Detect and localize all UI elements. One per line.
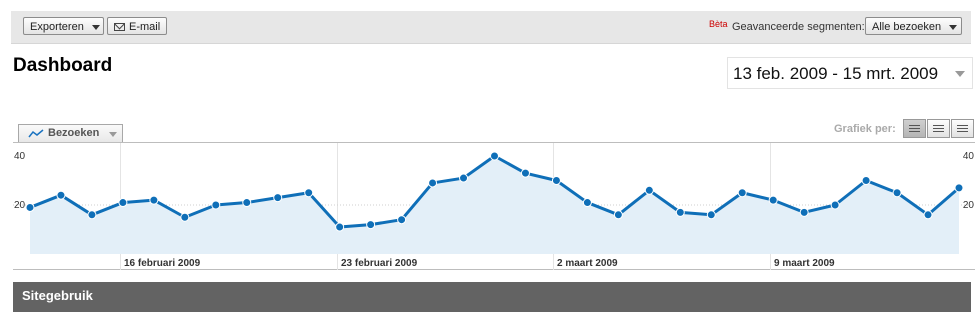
data-point (706, 210, 716, 220)
y-tick-label-left: 40 (14, 151, 26, 162)
x-tick-label: 9 maart 2009 (774, 258, 835, 269)
segments-dropdown[interactable]: Alle bezoeken (865, 17, 962, 35)
x-tick-label: 23 februari 2009 (341, 258, 418, 269)
data-point (335, 222, 345, 232)
report-toolbar: Exporteren E-mail Bèta Geavanceerde segm… (11, 11, 971, 44)
graph-by-label: Grafiek per: (834, 123, 896, 135)
data-point (768, 195, 778, 205)
data-point (737, 188, 747, 198)
data-point (211, 200, 221, 210)
mail-icon (114, 23, 125, 32)
data-point (551, 176, 561, 185)
data-point (25, 202, 35, 212)
visits-chart: 20 20 40 40 16 februari 2009 23 februari 2009… (13, 142, 975, 270)
graph-by-week-button[interactable] (927, 119, 950, 138)
date-range-text: 13 feb. 2009 - 15 mrt. 2009 (733, 64, 939, 83)
data-point (428, 178, 438, 188)
chevron-down-icon (955, 71, 965, 77)
data-point (180, 212, 190, 222)
chevron-down-icon (91, 24, 100, 30)
data-point (954, 183, 964, 193)
page-title: Dashboard (13, 55, 113, 76)
site-usage-header: Sitegebruik (13, 282, 971, 312)
y-tick-label-left: 20 (14, 200, 26, 211)
data-point (397, 215, 407, 225)
data-point (304, 188, 314, 198)
data-point (644, 185, 654, 195)
data-point (892, 188, 902, 198)
data-point (273, 193, 283, 203)
x-tick-label: 2 maart 2009 (557, 258, 618, 269)
advanced-segments-label: Geavanceerde segmenten: (732, 21, 865, 33)
metric-label: Bezoeken (48, 127, 100, 139)
x-tick-label: 16 februari 2009 (124, 258, 201, 269)
data-point (582, 198, 592, 208)
chevron-down-icon (949, 24, 958, 30)
export-button[interactable]: Exporteren (23, 17, 104, 35)
data-point (799, 207, 809, 217)
line-chart-icon (28, 129, 44, 138)
y-tick-label-right: 20 (963, 200, 975, 211)
data-point (87, 210, 97, 220)
data-point (242, 198, 252, 208)
data-point (366, 220, 376, 230)
graph-by-month-button[interactable] (951, 119, 974, 138)
chevron-down-icon (109, 132, 117, 137)
segments-value: Alle bezoeken (872, 21, 942, 33)
data-point (490, 151, 499, 161)
email-button[interactable]: E-mail (107, 17, 167, 35)
data-point (459, 173, 469, 183)
data-point (923, 210, 933, 220)
export-label: Exporteren (30, 21, 84, 33)
y-tick-label-right: 40 (963, 151, 975, 162)
beta-badge: Bèta (709, 19, 728, 29)
graph-by-day-button[interactable] (903, 119, 926, 138)
email-label: E-mail (129, 21, 161, 33)
data-point (56, 190, 66, 200)
data-point (675, 207, 685, 217)
date-range-picker[interactable]: 13 feb. 2009 - 15 mrt. 2009 (727, 57, 973, 89)
data-point (830, 200, 840, 210)
data-point (149, 195, 159, 205)
data-point (520, 168, 530, 178)
data-point (118, 198, 128, 208)
section-title: Sitegebruik (22, 288, 93, 303)
metric-selector-tab[interactable]: Bezoeken (18, 124, 123, 142)
data-point (861, 176, 871, 185)
data-point (613, 210, 623, 220)
